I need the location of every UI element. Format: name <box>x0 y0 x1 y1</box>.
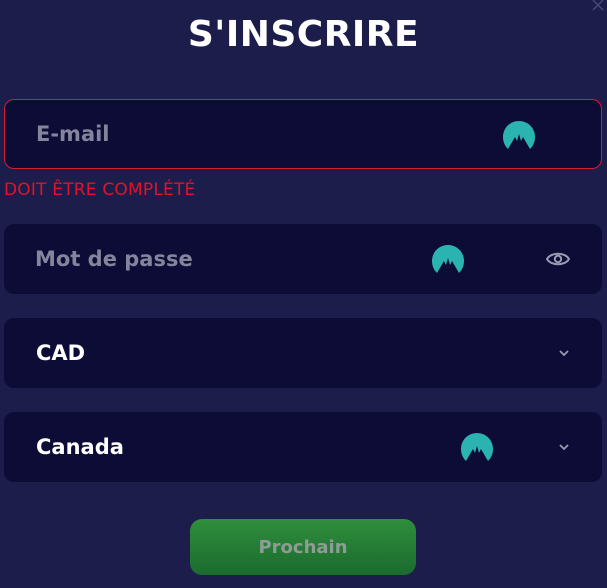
country-selected-value: Canada <box>36 435 124 459</box>
close-icon[interactable] <box>591 0 605 12</box>
nordpass-icon[interactable] <box>502 120 536 150</box>
email-input[interactable] <box>36 100 416 168</box>
eye-icon[interactable] <box>546 249 570 269</box>
next-button[interactable]: Prochain <box>190 519 416 575</box>
email-field[interactable] <box>4 99 602 169</box>
country-select[interactable]: Canada <box>4 412 602 482</box>
nordpass-icon[interactable] <box>460 432 494 462</box>
page-title: S'INSCRIRE <box>187 14 420 55</box>
password-field[interactable] <box>4 224 602 294</box>
chevron-down-icon[interactable] <box>558 348 570 358</box>
chevron-down-icon[interactable] <box>558 442 570 452</box>
nordpass-icon[interactable] <box>431 244 465 274</box>
password-input[interactable] <box>35 224 415 294</box>
email-error-message: DOIT ÊTRE COMPLÉTÉ <box>4 180 196 200</box>
currency-selected-value: CAD <box>36 341 86 365</box>
currency-select[interactable]: CAD <box>4 318 602 388</box>
